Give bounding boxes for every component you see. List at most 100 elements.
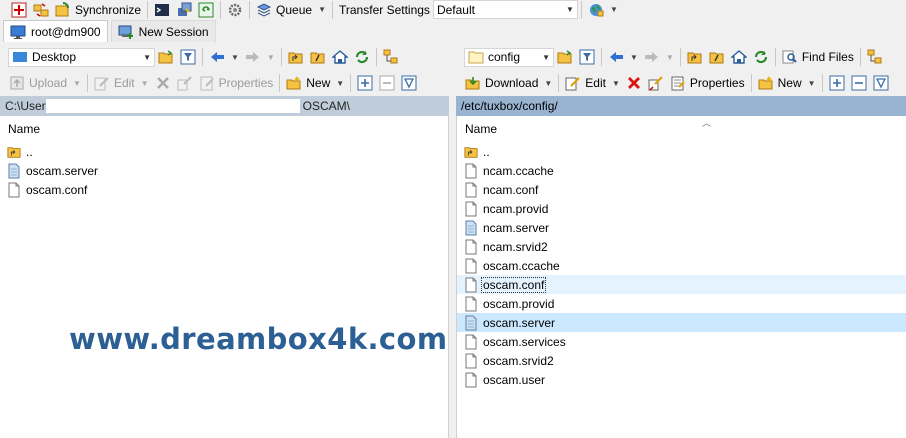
left-location-select[interactable]: Desktop ▼ xyxy=(8,47,155,67)
right-edit-button[interactable]: Edit ▼ xyxy=(562,73,623,93)
file-row[interactable]: oscam.services xyxy=(457,332,906,351)
right-properties-button[interactable]: Properties xyxy=(667,73,748,93)
upload-button[interactable]: Upload ▼ xyxy=(6,73,84,93)
chevron-down-icon: ▼ xyxy=(73,78,81,88)
root-folder-icon xyxy=(709,49,725,65)
left-new-button[interactable]: New ▼ xyxy=(283,73,347,93)
left-filter-button[interactable] xyxy=(177,47,199,67)
file-name: oscam.ccache xyxy=(483,258,560,273)
find-files-icon xyxy=(782,49,798,65)
left-parent-dir-button[interactable] xyxy=(285,47,307,67)
left-delete-button[interactable] xyxy=(152,73,174,93)
right-rows: .. ncam.ccache ncam.conf ncam.provid ncam.se… xyxy=(457,142,906,389)
right-open-dir-button[interactable] xyxy=(554,47,576,67)
right-path-bar[interactable]: /etc/tuxbox/config/ xyxy=(456,96,906,116)
left-path-end: OSCAM\ xyxy=(302,99,351,113)
left-tree-button[interactable] xyxy=(380,47,402,67)
sync-browse-button[interactable] xyxy=(30,0,52,20)
right-parent-dir-button[interactable] xyxy=(684,47,706,67)
right-location-value: config xyxy=(488,50,521,64)
putty-button[interactable] xyxy=(173,0,195,20)
transfer-settings-select[interactable]: Default ▼ xyxy=(432,0,578,19)
left-rows: .. oscam.server oscam.conf xyxy=(0,142,448,199)
right-select-all-button[interactable] xyxy=(826,73,848,93)
properties-icon xyxy=(670,75,686,91)
pane-splitter[interactable] xyxy=(449,96,456,438)
file-row[interactable]: oscam.conf xyxy=(0,180,448,199)
right-tree-button[interactable] xyxy=(864,47,886,67)
file-row[interactable]: oscam.provid xyxy=(457,294,906,313)
separator xyxy=(859,48,861,66)
file-row[interactable]: oscam.ccache xyxy=(457,256,906,275)
column-header-name[interactable]: Name xyxy=(0,116,448,142)
parent-folder-icon xyxy=(7,144,21,160)
left-select-all-button[interactable] xyxy=(354,73,376,93)
plus-box-icon xyxy=(829,75,845,91)
file-row[interactable]: oscam.conf xyxy=(457,275,906,294)
edit-icon xyxy=(565,75,581,91)
right-action-toolbar: Download ▼ Edit ▼ Properties New ▼ xyxy=(456,69,906,97)
find-files-button[interactable]: Find Files xyxy=(779,47,857,67)
right-refresh-button[interactable] xyxy=(750,47,772,67)
left-unselect-all-button[interactable] xyxy=(376,73,398,93)
left-open-dir-button[interactable] xyxy=(155,47,177,67)
file-row[interactable]: .. xyxy=(457,142,906,161)
synchronize-button[interactable]: Synchronize xyxy=(52,0,144,20)
right-filter-button[interactable] xyxy=(576,47,598,67)
left-root-dir-button[interactable] xyxy=(307,47,329,67)
file-row[interactable]: .. xyxy=(0,142,448,161)
left-edit-button[interactable]: Edit ▼ xyxy=(91,73,152,93)
left-path-bar[interactable]: C:\User OSCAM\ xyxy=(0,96,449,116)
tab-root-dm900[interactable]: root@dm900 xyxy=(3,20,108,42)
left-properties-button[interactable]: Properties xyxy=(196,73,277,93)
file-row[interactable]: ncam.ccache xyxy=(457,161,906,180)
find-files-label: Find Files xyxy=(801,50,854,64)
preferences-button[interactable] xyxy=(224,0,246,20)
file-row[interactable]: ncam.server xyxy=(457,218,906,237)
file-row[interactable]: oscam.server xyxy=(0,161,448,180)
right-root-dir-button[interactable] xyxy=(706,47,728,67)
file-row[interactable]: oscam.user xyxy=(457,370,906,389)
left-path-start: C:\User xyxy=(5,99,46,113)
right-home-button[interactable] xyxy=(728,47,750,67)
edit-label: Edit xyxy=(113,76,135,90)
refresh-session-button[interactable] xyxy=(195,0,217,20)
file-icon xyxy=(464,239,478,255)
transfer-options-button[interactable]: ▼ xyxy=(585,0,621,20)
right-delete-button[interactable] xyxy=(623,73,645,93)
queue-button[interactable]: Queue ▼ xyxy=(253,0,329,20)
left-home-button[interactable] xyxy=(329,47,351,67)
minus-box-icon xyxy=(379,75,395,91)
file-row[interactable]: oscam.server xyxy=(457,313,906,332)
file-row[interactable]: oscam.srvid2 xyxy=(457,351,906,370)
file-icon xyxy=(7,182,21,198)
tab-new-session[interactable]: New Session xyxy=(110,20,216,42)
delete-icon xyxy=(626,75,642,91)
rename-icon xyxy=(177,75,193,91)
left-filter-select-button[interactable] xyxy=(398,73,420,93)
compare-dirs-button[interactable] xyxy=(8,0,30,20)
right-filter-select-button[interactable] xyxy=(870,73,892,93)
file-row[interactable]: ncam.srvid2 xyxy=(457,237,906,256)
chevron-down-icon: ▼ xyxy=(609,5,618,14)
chevron-down-icon: ▼ xyxy=(665,52,674,62)
left-rename-button[interactable] xyxy=(174,73,196,93)
file-row[interactable]: ncam.provid xyxy=(457,199,906,218)
left-refresh-button[interactable] xyxy=(351,47,373,67)
separator xyxy=(280,48,282,66)
file-row[interactable]: ncam.conf xyxy=(457,180,906,199)
right-location-select[interactable]: config ▼ xyxy=(464,47,554,67)
refresh-icon xyxy=(753,49,769,65)
arrow-right-icon xyxy=(245,49,261,65)
right-forward-button[interactable]: ▼ xyxy=(641,47,677,67)
console-button[interactable] xyxy=(151,0,173,20)
left-back-button[interactable]: ▼ xyxy=(206,47,242,67)
right-rename-button[interactable] xyxy=(645,73,667,93)
right-back-button[interactable]: ▼ xyxy=(605,47,641,67)
left-forward-button[interactable]: ▼ xyxy=(242,47,278,67)
download-button[interactable]: Download ▼ xyxy=(462,73,555,93)
column-header-name[interactable]: Name xyxy=(457,116,906,142)
right-new-button[interactable]: New ▼ xyxy=(755,73,819,93)
right-unselect-all-button[interactable] xyxy=(848,73,870,93)
file-name: oscam.provid xyxy=(483,296,555,311)
